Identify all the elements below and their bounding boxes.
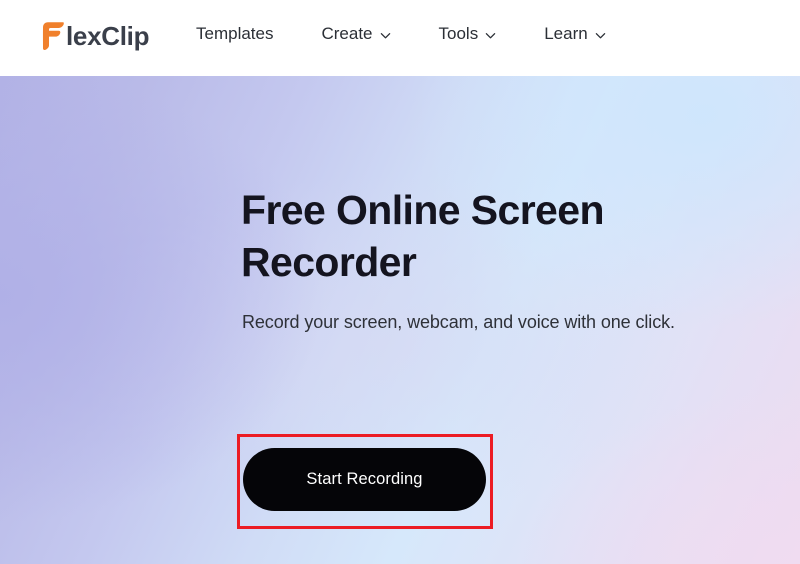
nav-item-label: Create (321, 24, 373, 43)
hero-section: Free Online Screen Recorder Record your … (0, 76, 800, 564)
start-recording-cta-group: Start Recording (237, 434, 493, 529)
main-nav: Templates Create Tools Learn (196, 22, 606, 46)
flexclip-logo[interactable]: lexClip (41, 19, 149, 53)
nav-item-label: Tools (438, 24, 479, 43)
nav-item-tools[interactable]: Tools (439, 22, 497, 46)
chevron-down-icon (595, 30, 606, 41)
page-root: lexClip Templates Create Tools Learn Fre… (0, 0, 800, 564)
start-recording-button[interactable]: Start Recording (243, 448, 486, 511)
page-title: Free Online Screen Recorder (241, 187, 605, 285)
hero-subtitle: Record your screen, webcam, and voice wi… (242, 312, 675, 332)
site-header: lexClip Templates Create Tools Learn (0, 0, 800, 76)
nav-item-templates[interactable]: Templates (196, 22, 273, 46)
hero-content: Free Online Screen Recorder Record your … (241, 184, 761, 332)
nav-item-label: Learn (544, 24, 588, 43)
logo-wordmark: lexClip (66, 21, 150, 51)
nav-item-learn[interactable]: Learn (544, 22, 605, 46)
flexclip-f-mark-icon (41, 21, 65, 51)
chevron-down-icon (485, 30, 496, 41)
chevron-down-icon (380, 30, 391, 41)
nav-item-label: Templates (196, 24, 274, 43)
nav-item-create[interactable]: Create (321, 22, 390, 46)
